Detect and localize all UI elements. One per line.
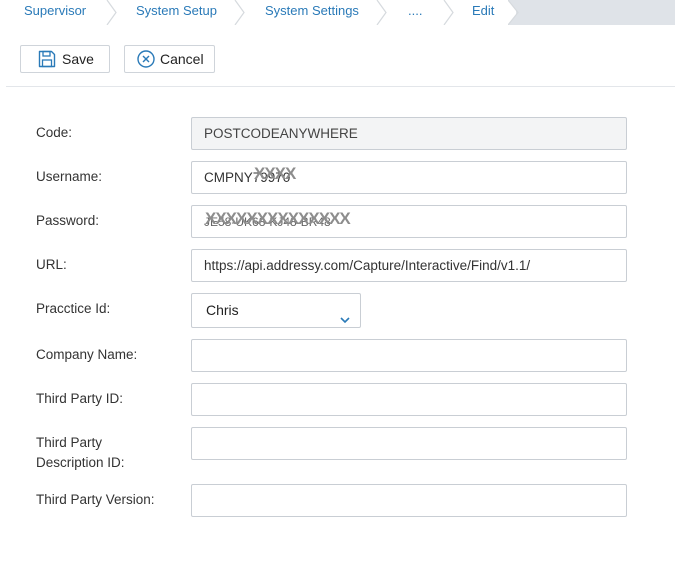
circle-x-icon [136,49,156,69]
breadcrumb-separator-icon [233,0,247,25]
third-party-description-id-label-line1: Third Party [36,435,103,450]
third-party-id-field[interactable] [191,383,627,416]
breadcrumb-item-system-setup[interactable]: System Setup [136,0,217,25]
chevron-down-icon [339,305,351,338]
breadcrumb-item-system-settings[interactable]: System Settings [265,0,359,25]
toolbar: Save Cancel [6,25,675,87]
company-name-field[interactable] [191,339,627,372]
practice-id-label: Pracctice Id: [36,301,111,316]
breadcrumb-item-ellipsis[interactable]: .... [408,0,422,25]
password-label: Password: [36,213,100,228]
company-name-label: Company Name: [36,347,138,362]
code-label: Code: [36,125,73,140]
username-label: Username: [36,169,103,184]
breadcrumb-separator-icon [375,0,389,25]
third-party-version-label: Third Party Version: [36,492,155,507]
cancel-button-label: Cancel [160,51,204,67]
breadcrumb-item-edit: Edit [472,3,495,18]
code-field: POSTCODEANYWHERE [191,117,627,150]
practice-id-select[interactable]: Chris [191,293,361,328]
breadcrumb-end-separator-icon [508,0,522,25]
breadcrumb-item-supervisor[interactable]: Supervisor [24,0,86,25]
save-button-label: Save [62,51,94,67]
floppy-disk-icon [37,49,57,69]
breadcrumb-separator-icon [442,0,456,25]
password-value: JE58-UK68-KJ48-BR48 [204,215,331,229]
third-party-description-id-field[interactable] [191,427,627,460]
third-party-version-field[interactable] [191,484,627,517]
breadcrumb-separator-icon [105,0,119,25]
url-label: URL: [36,257,67,272]
username-field[interactable]: CMPNY79970 [191,161,627,194]
cancel-button[interactable]: Cancel [124,45,215,73]
password-field[interactable]: JE58-UK68-KJ48-BR48 [191,205,627,238]
save-button[interactable]: Save [20,45,110,73]
url-field[interactable]: https://api.addressy.com/Capture/Interac… [191,249,627,282]
third-party-id-label: Third Party ID: [36,391,124,406]
username-value: CMPNY79970 [204,170,291,185]
third-party-description-id-label-line2: Description ID: [36,455,125,470]
breadcrumb: Supervisor System Setup System Settings … [0,0,675,25]
practice-id-selected-value: Chris [206,302,239,318]
